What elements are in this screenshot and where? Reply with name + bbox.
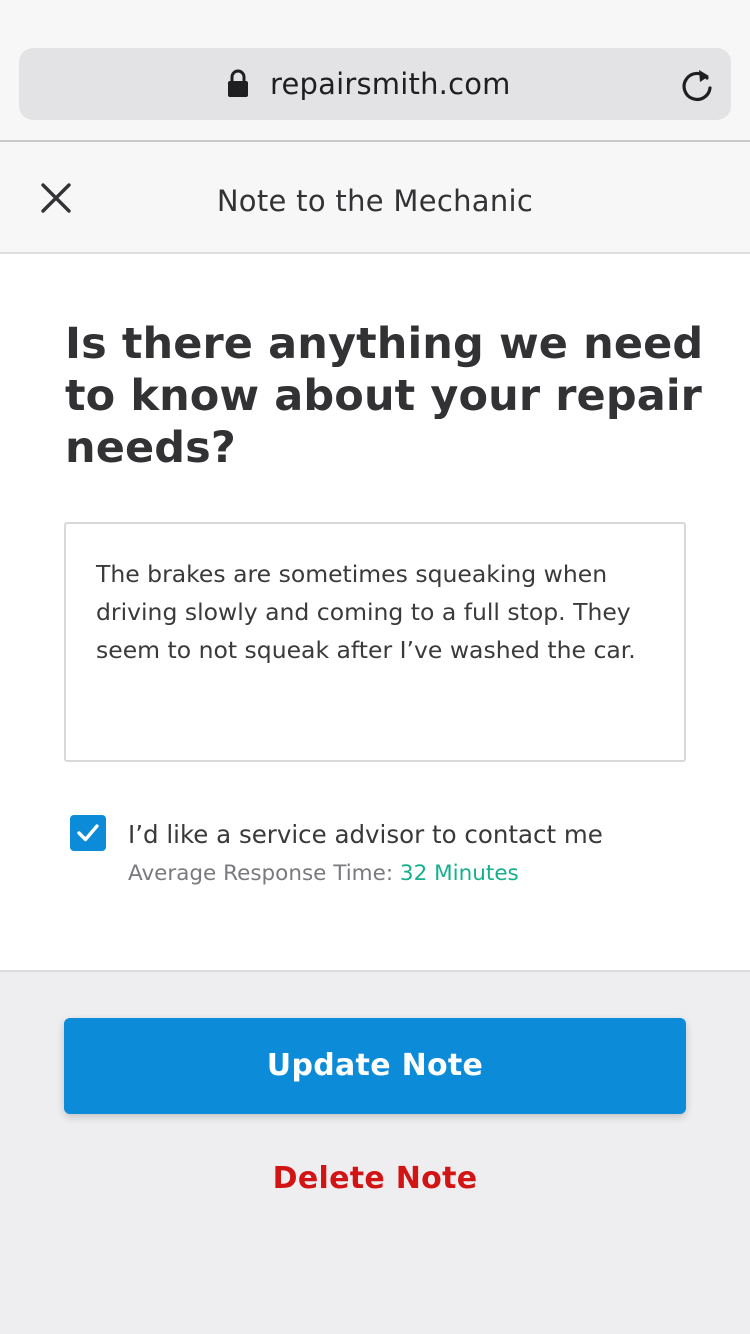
checkmark-icon: [77, 824, 99, 842]
delete-note-button[interactable]: Delete Note: [0, 1158, 750, 1200]
question-heading: Is there anything we need to know about …: [65, 319, 704, 473]
lock-icon: [228, 69, 248, 97]
reload-icon[interactable]: [680, 66, 714, 102]
url-text[interactable]: repairsmith.com: [270, 64, 511, 104]
response-time-label: Average Response Time:: [128, 861, 394, 886]
response-time: Average Response Time: 32 Minutes: [128, 858, 519, 890]
contact-checkbox[interactable]: [70, 815, 106, 851]
page-title: Note to the Mechanic: [216, 184, 534, 218]
update-note-button[interactable]: Update Note: [64, 1018, 686, 1114]
contact-checkbox-label[interactable]: I’d like a service advisor to contact me: [128, 816, 603, 854]
response-time-value: 32 Minutes: [399, 861, 519, 886]
note-text[interactable]: The brakes are sometimes squeaking when …: [96, 555, 656, 669]
